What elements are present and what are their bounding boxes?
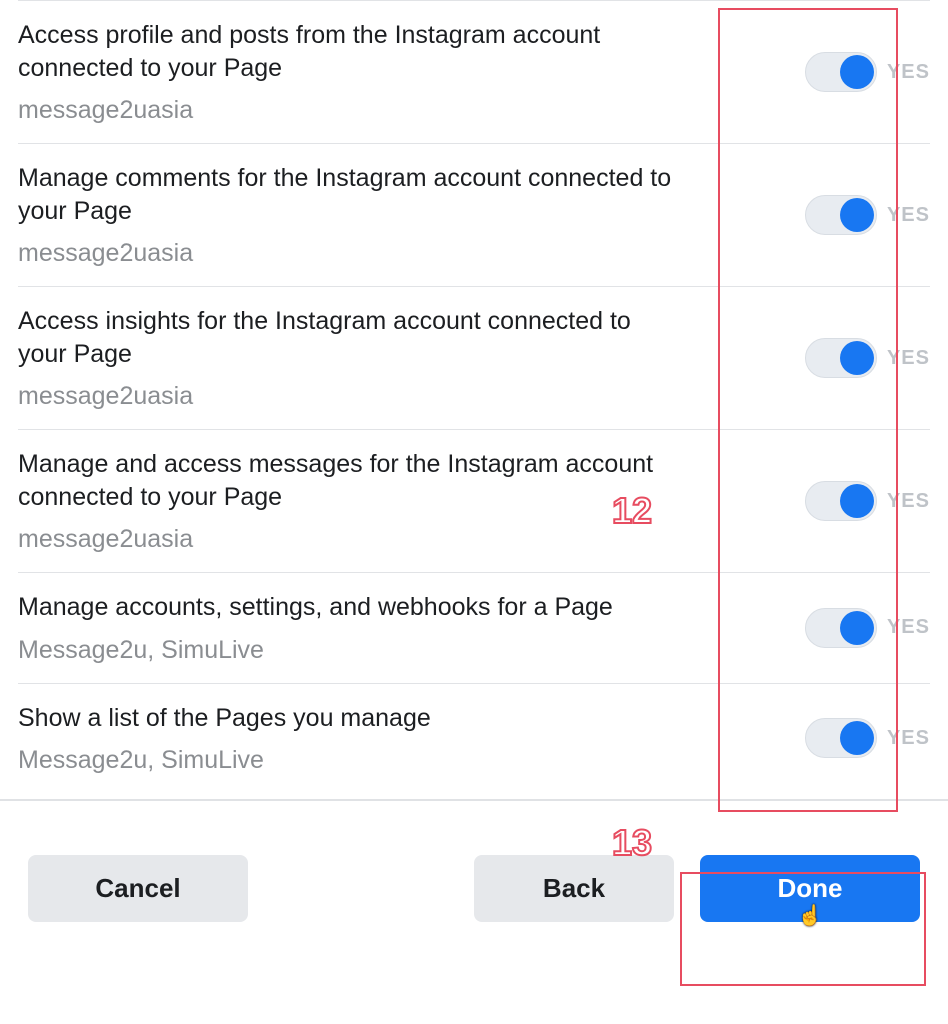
permission-toggle-label: YES: [887, 616, 930, 639]
permission-row: Manage accounts, settings, and webhooks …: [18, 573, 930, 684]
permission-toggle[interactable]: [805, 608, 877, 648]
permission-row: Manage and access messages for the Insta…: [18, 430, 930, 573]
permission-subtitle: Message2u, SimuLive: [18, 746, 685, 775]
done-button-label: Done: [778, 873, 843, 903]
permission-title: Access insights for the Instagram accoun…: [18, 305, 685, 370]
permission-row: Manage comments for the Instagram accoun…: [18, 144, 930, 287]
cancel-button[interactable]: Cancel: [28, 855, 248, 922]
permission-toggle[interactable]: [805, 718, 877, 758]
permission-title: Show a list of the Pages you manage: [18, 702, 685, 735]
permission-toggle-label: YES: [887, 490, 930, 513]
permission-toggle-wrap: YES: [805, 52, 930, 92]
permission-text: Manage comments for the Instagram accoun…: [18, 162, 805, 268]
back-button[interactable]: Back: [474, 855, 674, 922]
permission-row: Access profile and posts from the Instag…: [18, 0, 930, 144]
permission-text: Access insights for the Instagram accoun…: [18, 305, 805, 411]
permission-toggle[interactable]: [805, 52, 877, 92]
permission-toggle-wrap: YES: [805, 195, 930, 235]
permission-text: Manage accounts, settings, and webhooks …: [18, 591, 805, 665]
permission-subtitle: Message2u, SimuLive: [18, 636, 685, 665]
permission-title: Manage and access messages for the Insta…: [18, 448, 685, 513]
permission-text: Show a list of the Pages you manage Mess…: [18, 702, 805, 776]
permission-title: Access profile and posts from the Instag…: [18, 19, 685, 84]
cursor-pointer-icon: ☝: [798, 903, 823, 928]
permission-subtitle: message2uasia: [18, 382, 685, 411]
permission-toggle-wrap: YES: [805, 481, 930, 521]
permission-toggle-label: YES: [887, 727, 930, 750]
permission-title: Manage accounts, settings, and webhooks …: [18, 591, 685, 624]
permission-toggle-label: YES: [887, 347, 930, 370]
permission-text: Manage and access messages for the Insta…: [18, 448, 805, 554]
permission-toggle-wrap: YES: [805, 608, 930, 648]
permission-title: Manage comments for the Instagram accoun…: [18, 162, 685, 227]
footer-buttons: Cancel Back Done ☝: [0, 801, 948, 922]
permission-toggle-label: YES: [887, 204, 930, 227]
permission-subtitle: message2uasia: [18, 525, 685, 554]
permission-toggle-wrap: YES: [805, 338, 930, 378]
permission-toggle-label: YES: [887, 61, 930, 84]
permission-toggle[interactable]: [805, 481, 877, 521]
done-button[interactable]: Done ☝: [700, 855, 920, 922]
permissions-list: Access profile and posts from the Instag…: [0, 0, 948, 793]
permission-toggle[interactable]: [805, 195, 877, 235]
permission-toggle-wrap: YES: [805, 718, 930, 758]
permission-subtitle: message2uasia: [18, 96, 685, 125]
permission-text: Access profile and posts from the Instag…: [18, 19, 805, 125]
permission-row: Access insights for the Instagram accoun…: [18, 287, 930, 430]
permission-row: Show a list of the Pages you manage Mess…: [18, 684, 930, 794]
permission-subtitle: message2uasia: [18, 239, 685, 268]
permission-toggle[interactable]: [805, 338, 877, 378]
